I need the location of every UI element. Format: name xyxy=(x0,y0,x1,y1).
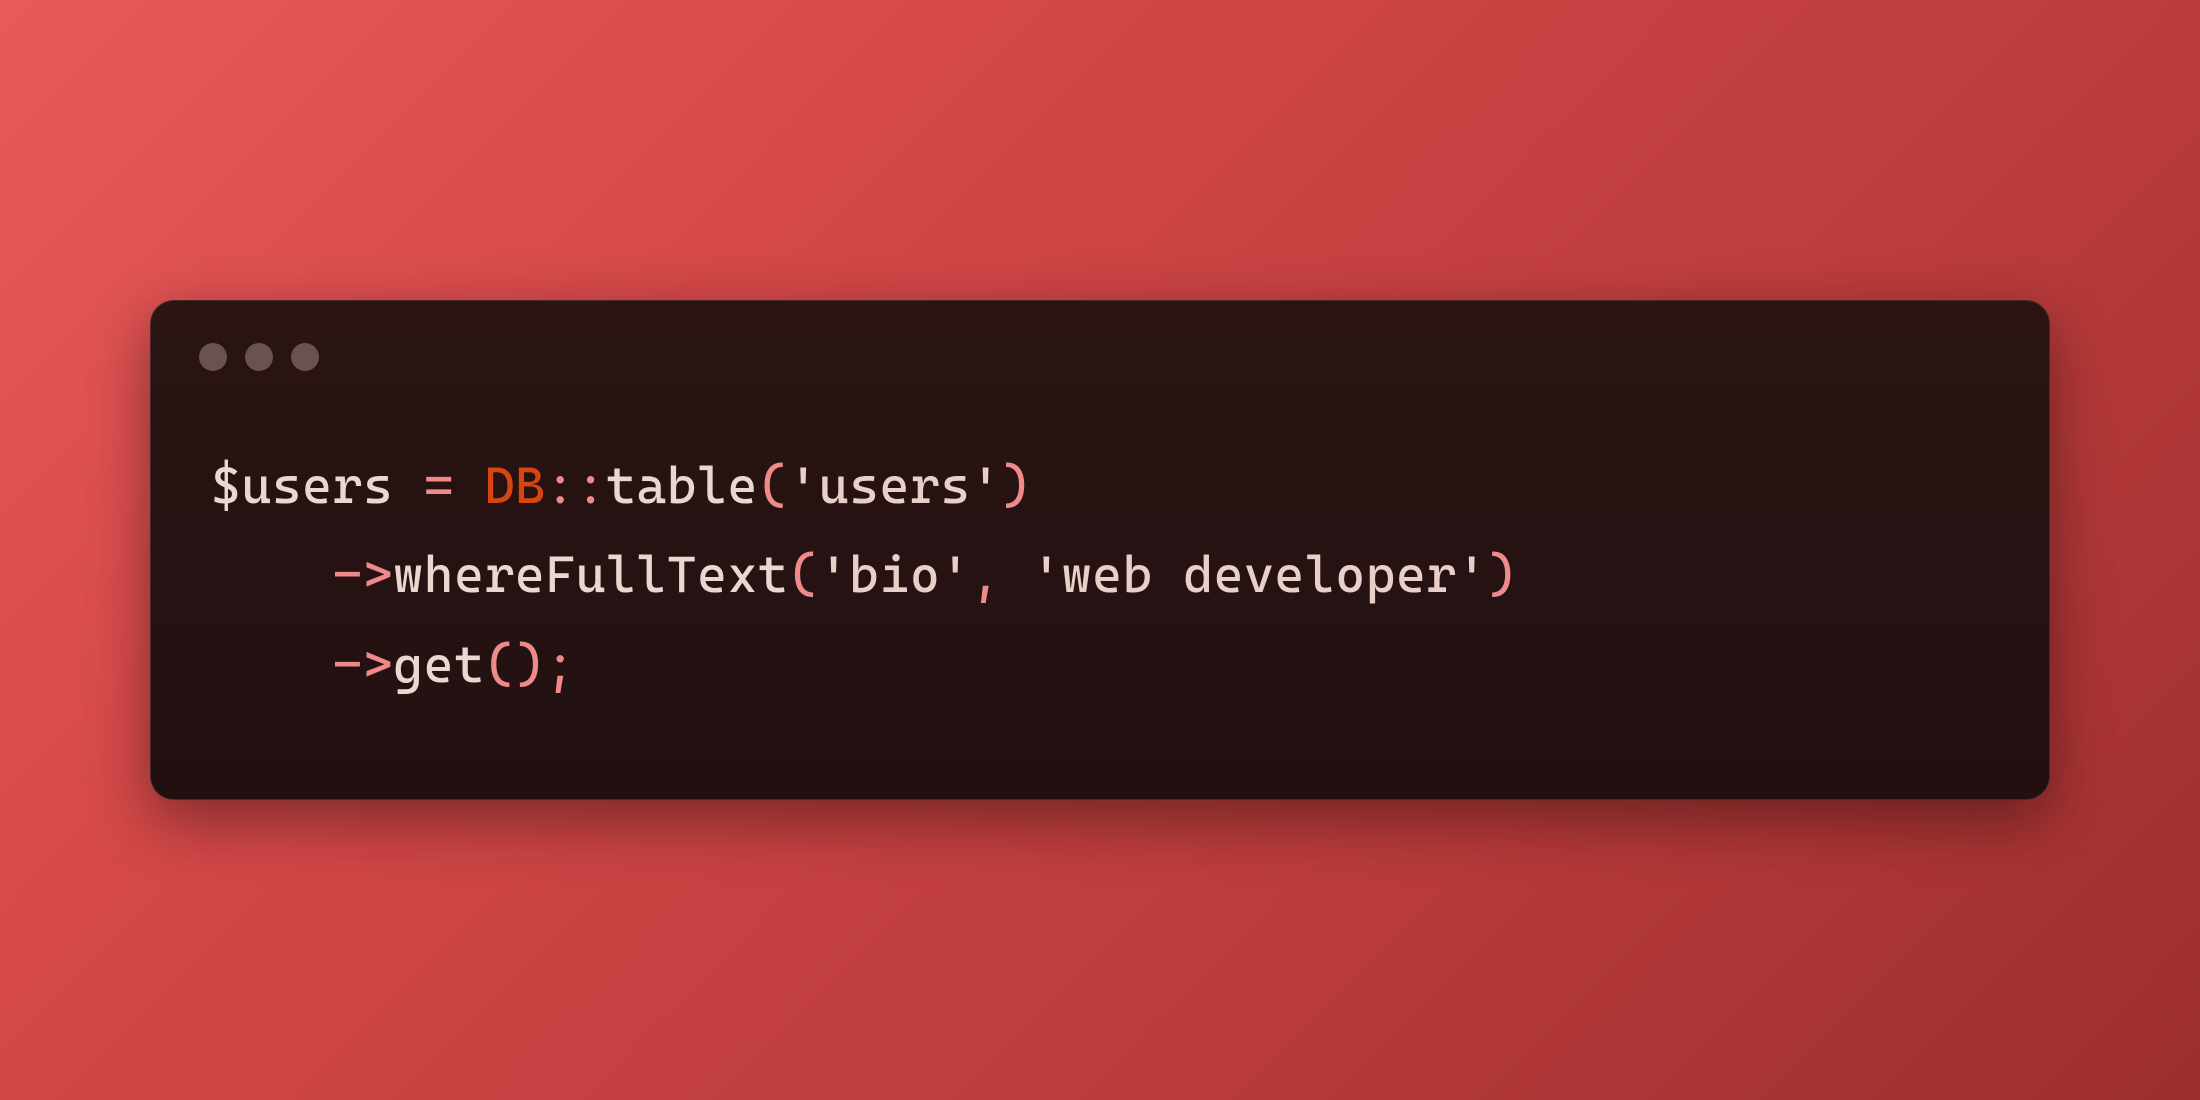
code-token: :: xyxy=(545,456,606,515)
code-line: ->get(); xyxy=(211,620,1989,709)
code-line: $users = DB::table('users') xyxy=(211,441,1989,530)
code-token: , xyxy=(971,545,1032,604)
code-indent xyxy=(211,635,333,694)
code-token: table xyxy=(606,456,758,515)
code-token: get xyxy=(393,635,484,694)
code-token: -> xyxy=(333,635,394,694)
code-line: ->whereFullText('bio', 'web developer') xyxy=(211,530,1989,619)
code-token: DB xyxy=(484,456,545,515)
window-titlebar xyxy=(151,301,2049,371)
code-token: ( xyxy=(788,545,818,604)
code-token: ( xyxy=(758,456,788,515)
code-token: ) xyxy=(1487,545,1517,604)
code-token: -> xyxy=(333,545,394,604)
code-editor[interactable]: $users = DB::table('users') ->whereFullT… xyxy=(151,371,2049,799)
code-window: $users = DB::table('users') ->whereFullT… xyxy=(150,300,2050,800)
code-token: = xyxy=(424,456,485,515)
code-token: 'web developer' xyxy=(1031,545,1487,604)
code-token: 'bio' xyxy=(819,545,971,604)
code-token: whereFullText xyxy=(393,545,788,604)
code-token: ) xyxy=(1001,456,1031,515)
code-token: (); xyxy=(484,635,575,694)
window-maximize-icon[interactable] xyxy=(291,343,319,371)
code-token: $users xyxy=(211,456,424,515)
window-close-icon[interactable] xyxy=(199,343,227,371)
code-token: 'users' xyxy=(788,456,1001,515)
code-indent xyxy=(211,545,333,604)
window-minimize-icon[interactable] xyxy=(245,343,273,371)
